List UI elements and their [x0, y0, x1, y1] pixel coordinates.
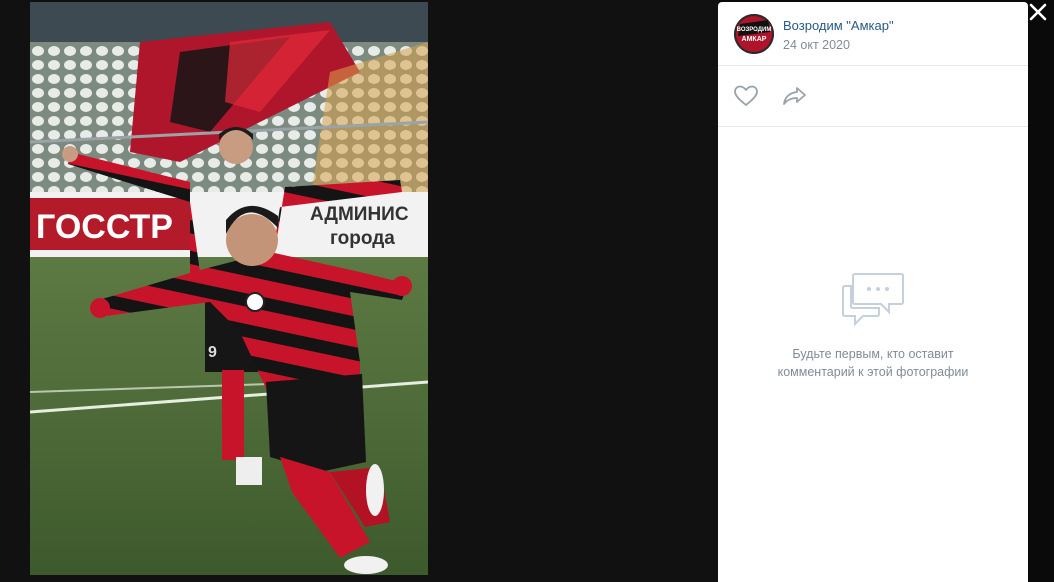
- svg-text:АМКАР: АМКАР: [742, 36, 767, 43]
- share-icon: [783, 87, 806, 105]
- photo-viewer: ГОССТР АДМИНИС города 9 ВОЗРОДИМ АМКАР В…: [0, 0, 1054, 582]
- photo-sidebar: ВОЗРОДИМ АМКАР Возродим "Амкар" 24 окт 2…: [718, 2, 1028, 582]
- shorts-number: 9: [208, 344, 217, 361]
- photo-image: ГОССТР АДМИНИС города 9: [30, 2, 428, 575]
- avatar-image: ВОЗРОДИМ АМКАР: [734, 14, 774, 54]
- svg-text:ВОЗРОДИМ: ВОЗРОДИМ: [737, 27, 772, 33]
- empty-comments-text: Будьте первым, кто оставит комментарий к…: [777, 347, 969, 379]
- empty-comments: Будьте первым, кто оставит комментарий к…: [718, 272, 1028, 381]
- chat-bubble-icon: [842, 273, 904, 327]
- close-icon: [1029, 3, 1047, 21]
- banner-right-text-1: АДМИНИС: [310, 204, 409, 225]
- post-date[interactable]: 24 окт 2020: [783, 38, 850, 52]
- action-bar: [718, 66, 1028, 127]
- like-button[interactable]: [733, 84, 761, 108]
- share-button[interactable]: [782, 84, 810, 108]
- author-name-link[interactable]: Возродим "Амкар": [783, 18, 894, 33]
- close-button[interactable]: [1026, 0, 1050, 24]
- heart-icon: [734, 85, 758, 106]
- banner-right-text-2: города: [330, 228, 395, 249]
- author-header: ВОЗРОДИМ АМКАР Возродим "Амкар" 24 окт 2…: [718, 2, 1028, 66]
- banner-left-text: ГОССТР: [36, 208, 173, 246]
- photo[interactable]: ГОССТР АДМИНИС города 9: [30, 2, 428, 575]
- photo-stage[interactable]: ГОССТР АДМИНИС города 9: [0, 0, 718, 582]
- author-avatar[interactable]: ВОЗРОДИМ АМКАР: [734, 14, 774, 54]
